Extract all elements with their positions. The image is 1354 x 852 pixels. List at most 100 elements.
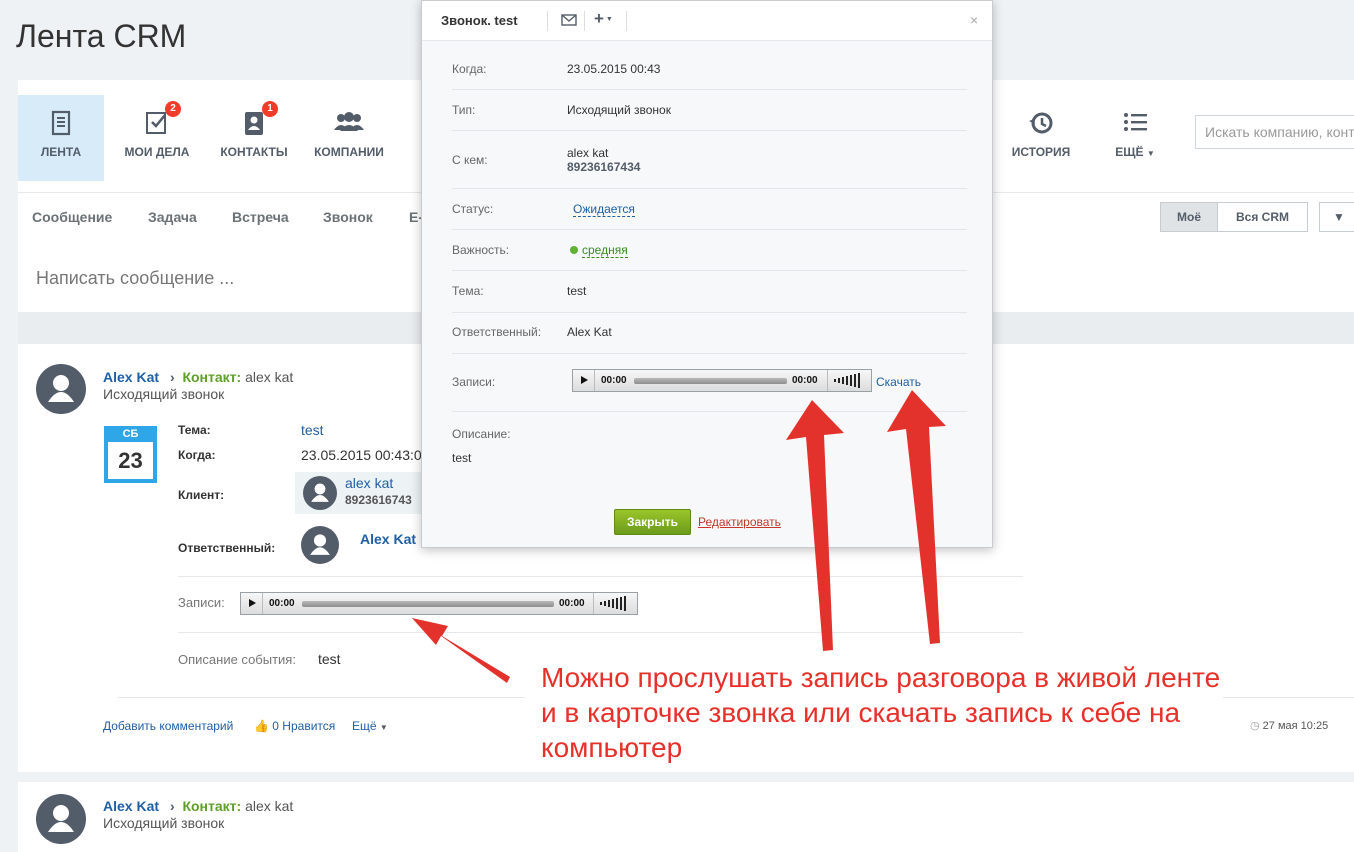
status-dropdown[interactable]: Ожидается [573,202,635,217]
edit-link[interactable]: Редактировать [698,515,781,529]
download-link[interactable]: Скачать [876,375,921,389]
post-contact: › Контакт: alex kat [170,369,293,385]
calendar-icon: СБ 23 [104,426,157,483]
play-icon[interactable] [573,370,595,391]
email-icon[interactable] [561,13,577,31]
nav-item-contacts[interactable]: 1 КОНТАКТЫ [214,95,294,181]
type-label: Тип: [452,103,476,117]
when-value: 23.05.2015 00:43 [567,62,661,76]
tab-message[interactable]: Сообщение [32,209,112,225]
tab-task[interactable]: Задача [148,209,197,225]
audio-player[interactable]: 00:00 00:00 [240,592,638,615]
nav-item-label: КОНТАКТЫ [220,145,288,159]
close-button[interactable]: Закрыть [614,509,691,535]
responsible-avatar[interactable] [301,526,339,564]
subject-link[interactable]: test [301,422,324,438]
separator [178,632,1023,633]
row-type: Тип: Исходящий звонок [452,90,967,131]
player-current-time: 00:00 [269,598,295,609]
with-name-link[interactable]: alex kat [567,146,608,160]
contact-label: Контакт: [182,369,242,385]
row-priority: Важность: средняя [452,230,967,271]
like-button[interactable]: 👍 0 Нравится [254,719,335,733]
nav-item-my-tasks[interactable]: 2 МОИ ДЕЛА [118,95,196,181]
row-when: Когда: 23.05.2015 00:43 [452,41,967,90]
type-value: Исходящий звонок [567,103,671,117]
calendar-dow: СБ [122,428,139,440]
filter-icon: ▼ [1333,210,1345,224]
search-input[interactable]: Искать компанию, конт [1195,115,1354,149]
volume-icon[interactable] [827,370,871,391]
filter-all-crm-button[interactable]: Вся CRM [1217,202,1308,232]
post-separator-band [18,772,1354,782]
client-name-link[interactable]: alex kat [345,475,393,491]
post-author-link[interactable]: Alex Kat [103,798,159,814]
post-author-link[interactable]: Alex Kat [103,369,159,385]
row-status: Статус: Ожидается [452,189,967,230]
post-subtitle: Исходящий звонок [103,386,225,402]
when-label: Когда: [178,448,216,462]
calendar-day: 23 [108,442,153,479]
close-icon[interactable]: × [970,12,978,28]
separator [178,576,1023,577]
post-contact: › Контакт: alex kat [170,798,293,814]
client-avatar [303,476,337,510]
add-icon[interactable]: + ▼ [594,9,613,29]
player-duration: 00:00 [792,375,818,386]
description-value: test [318,651,341,667]
post-timestamp-text: 27 мая 10:25 [1262,720,1329,732]
contact-name[interactable]: alex kat [245,798,293,814]
subject-label: Тема: [178,423,211,437]
chevron-down-icon: ▼ [1146,149,1155,158]
author-avatar[interactable] [36,794,86,844]
filter-mine-button[interactable]: Моё [1160,202,1218,232]
player-progress-bar[interactable] [302,601,554,607]
nav-item-label: ЕЩЁ ▼ [1100,145,1170,159]
nav-item-label: КОМПАНИИ [314,145,384,159]
contact-name[interactable]: alex kat [245,369,293,385]
compose-message-input[interactable]: Написать сообщение ... [36,268,234,289]
history-icon [1027,109,1055,137]
nav-item-feed[interactable]: ЛЕНТА [18,95,104,181]
with-label: С кем: [452,153,488,167]
tab-call[interactable]: Звонок [323,209,373,225]
row-with: С кем: alex kat 89236167434 [452,131,967,189]
nav-more-text: ЕЩЁ [1115,145,1144,159]
filter-button[interactable]: ▼ [1319,202,1354,232]
clock-icon: ◷ [1250,720,1260,732]
annotation-text: Можно прослушать запись разговора в живо… [541,662,1221,763]
play-icon[interactable] [241,593,263,614]
client-card[interactable]: alex kat 8923616743 [295,472,425,514]
tasks-icon: 2 [143,101,181,137]
tab-meeting[interactable]: Встреча [232,209,289,225]
contacts-icon: 1 [240,101,278,137]
add-comment-link[interactable]: Добавить комментарий [103,719,233,733]
popup-body: Когда: 23.05.2015 00:43 Тип: Исходящий з… [422,41,992,547]
records-label: Записи: [178,595,225,610]
subject-value: test [567,284,587,298]
post-subtitle: Исходящий звонок [103,815,225,831]
records-label: Записи: [452,375,496,389]
author-avatar[interactable] [36,364,86,414]
contacts-badge: 1 [262,101,278,117]
nav-item-more[interactable]: ЕЩЁ ▼ [1100,95,1170,181]
nav-item-label: ЛЕНТА [40,145,82,159]
row-subject: Тема: test [452,271,967,313]
popup-audio-player[interactable]: 00:00 00:00 [572,369,872,392]
chevron-right-icon: › [170,369,175,385]
post-more-button[interactable]: Ещё ▼ [352,719,388,733]
priority-dropdown[interactable]: средняя [582,243,628,258]
responsible-link[interactable]: Alex Kat [360,531,416,547]
nav-item-label: МОИ ДЕЛА [124,145,190,159]
call-card-popup: Звонок. test + ▼ × Когда: 23.05.2015 00:… [421,0,993,548]
companies-icon [334,109,364,137]
header-divider [584,11,585,31]
nav-item-label: ИСТОРИЯ [1011,145,1071,159]
nav-item-companies[interactable]: КОМПАНИИ [310,95,388,181]
player-progress-bar[interactable] [634,378,787,384]
nav-item-history[interactable]: ИСТОРИЯ [1002,95,1080,181]
header-divider [547,11,548,31]
client-label: Клиент: [178,488,225,502]
volume-icon[interactable] [593,593,637,614]
subject-label: Тема: [452,284,484,298]
